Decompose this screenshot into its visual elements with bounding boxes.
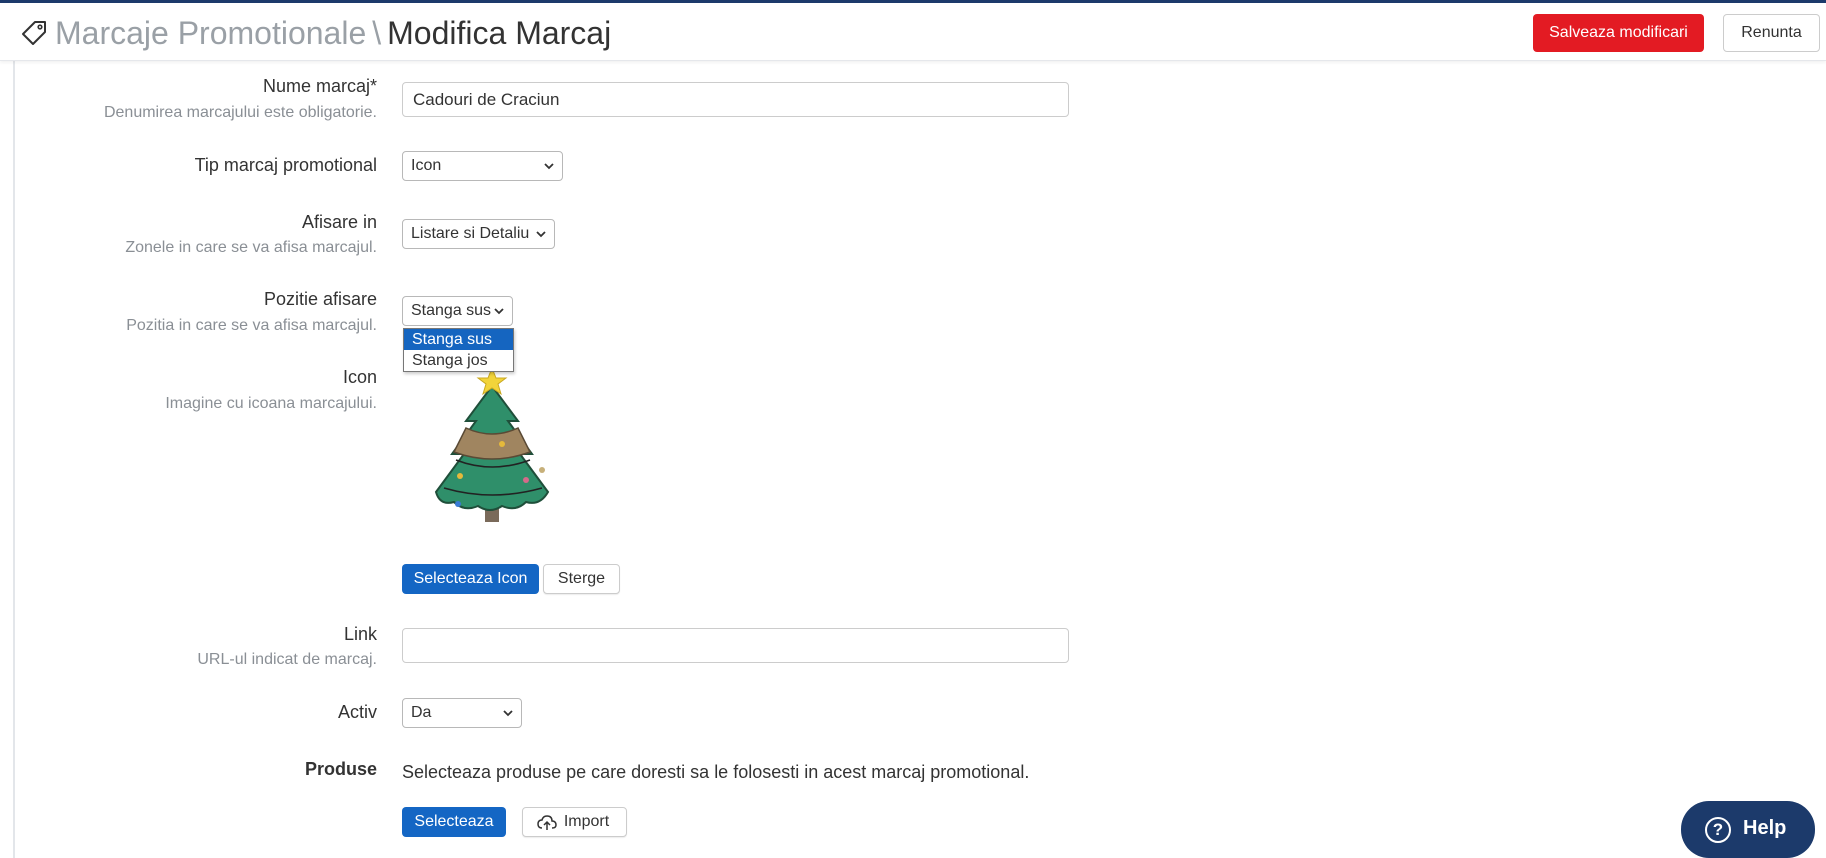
- select-products-button[interactable]: Selecteaza: [402, 807, 506, 837]
- position-dropdown-list[interactable]: Stanga sus Stanga jos: [403, 328, 514, 372]
- help-label: Help: [1743, 817, 1787, 839]
- products-description: Selecteaza produse pe care doresti sa le…: [402, 762, 1030, 782]
- chevron-down-icon: [503, 710, 513, 717]
- active-select-value: Da: [411, 704, 432, 721]
- link-label: Link: [343, 624, 377, 644]
- chevron-down-icon: [536, 231, 546, 238]
- save-button[interactable]: Salveaza modificari: [1533, 14, 1704, 52]
- display-in-label: Afisare in: [301, 212, 377, 232]
- active-select[interactable]: Da: [402, 698, 522, 728]
- position-select[interactable]: Stanga sus: [402, 296, 513, 326]
- breadcrumb-parent[interactable]: Marcaje Promotionale: [55, 15, 366, 51]
- breadcrumb: Marcaje Promotionale \ Modifica Marcaj: [55, 15, 611, 52]
- link-input[interactable]: [402, 628, 1069, 663]
- chevron-down-icon: [494, 308, 504, 315]
- active-label: Activ: [337, 702, 377, 722]
- position-option-stanga-sus[interactable]: Stanga sus: [404, 329, 513, 350]
- display-in-select-value: Listare si Detaliu: [411, 225, 530, 242]
- name-label: Nume marcaj*: [262, 76, 377, 96]
- display-in-select[interactable]: Listare si Detaliu: [402, 219, 555, 249]
- breadcrumb-separator: \: [372, 15, 382, 51]
- page-title: Modifica Marcaj: [387, 15, 612, 51]
- position-select-value: Stanga sus: [411, 302, 492, 319]
- display-in-hint: Zonele in care se va afisa marcajul.: [125, 239, 377, 256]
- icon-label: Icon: [342, 367, 377, 387]
- tag-icon: [22, 21, 46, 45]
- type-select[interactable]: Icon: [402, 151, 563, 181]
- question-icon: ?: [1705, 817, 1731, 843]
- left-rail: [0, 3, 15, 858]
- page-header: Marcaje Promotionale \ Modifica Marcaj Sal…: [0, 3, 1826, 61]
- help-button[interactable]: ? Help: [1681, 801, 1815, 858]
- position-label: Pozitie afisare: [263, 289, 377, 309]
- select-icon-button[interactable]: Selecteaza Icon: [402, 564, 539, 594]
- link-hint: URL-ul indicat de marcaj.: [197, 651, 377, 668]
- type-label: Tip marcaj promotional: [194, 155, 377, 175]
- christmas-tree-icon: [434, 366, 550, 522]
- import-button-label: Import: [563, 813, 610, 830]
- name-hint: Denumirea marcajului este obligatorie.: [103, 104, 377, 121]
- cancel-button[interactable]: Renunta: [1723, 14, 1820, 52]
- import-button[interactable]: Import: [522, 807, 627, 837]
- type-select-value: Icon: [411, 157, 442, 174]
- icon-hint: Imagine cu icoana marcajului.: [165, 395, 377, 412]
- chevron-down-icon: [544, 163, 554, 170]
- cloud-upload-icon: [537, 815, 557, 830]
- position-option-stanga-jos[interactable]: Stanga jos: [404, 350, 513, 371]
- delete-icon-button[interactable]: Sterge: [543, 564, 620, 594]
- products-label: Produse: [304, 759, 377, 779]
- name-input[interactable]: [402, 82, 1069, 117]
- position-hint: Pozitia in care se va afisa marcajul.: [126, 317, 377, 334]
